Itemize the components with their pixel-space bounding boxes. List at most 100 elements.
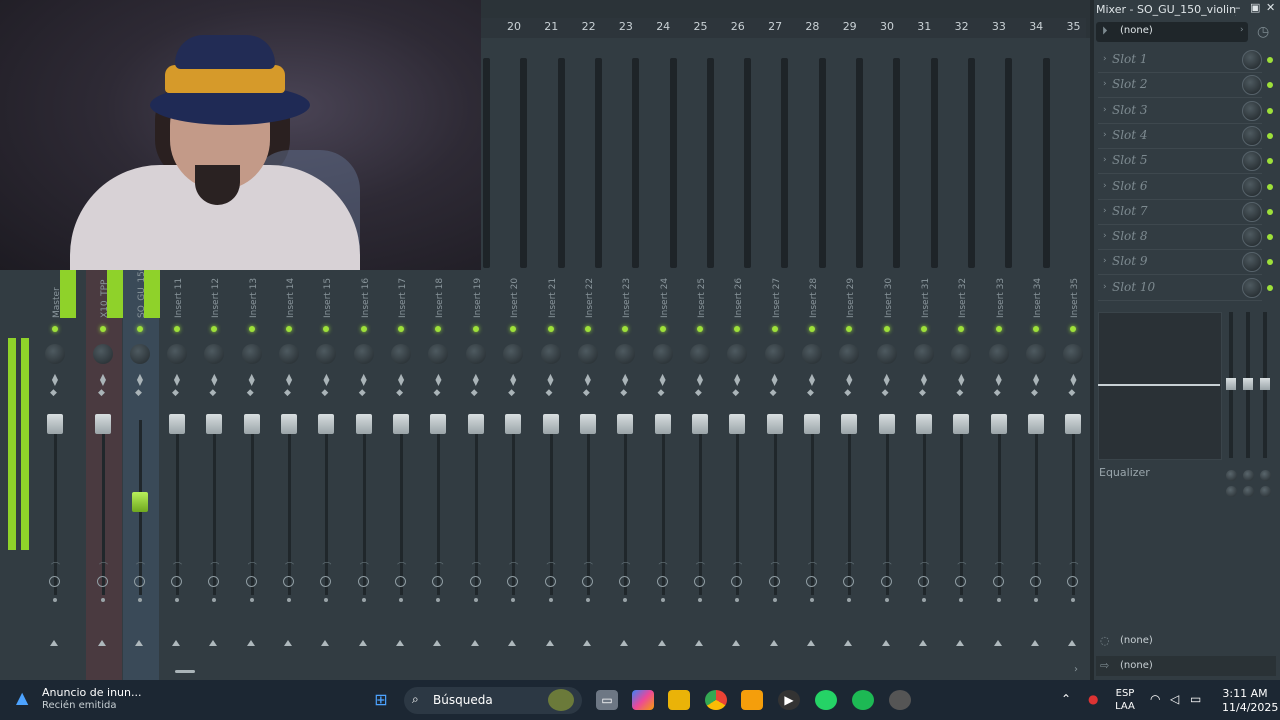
- slot-enable-led[interactable]: [1267, 284, 1273, 291]
- insert-column[interactable]: [706, 58, 714, 268]
- record-arm-icon[interactable]: [880, 576, 892, 587]
- slot-mix-knob[interactable]: [1242, 176, 1262, 197]
- language-indicator[interactable]: ESP LAA: [1110, 687, 1140, 713]
- volume-fader[interactable]: [1065, 414, 1082, 434]
- strip-enable-led[interactable]: [174, 326, 180, 332]
- route-dot[interactable]: [847, 598, 852, 602]
- insert-column[interactable]: [893, 58, 901, 268]
- volume-fader[interactable]: [916, 414, 932, 434]
- route-icon[interactable]: ⌒: [621, 560, 630, 573]
- phase-icon[interactable]: ◆: [98, 388, 105, 398]
- phase-icon[interactable]: ◆: [994, 388, 1001, 398]
- strip-insert[interactable]: X10_TPP_ ▲ ▼ ◆ ⌒: [86, 270, 122, 680]
- close-icon[interactable]: ✕: [1266, 1, 1275, 14]
- scroll-right-icon[interactable]: ›: [1074, 664, 1078, 675]
- eq-freq-knob[interactable]: [1260, 470, 1271, 481]
- record-arm-icon[interactable]: [245, 576, 257, 587]
- strip-insert[interactable]: Insert 22 ▲ ▼ ◆ ⌒: [571, 270, 607, 680]
- route-dot[interactable]: [585, 598, 590, 602]
- phase-icon[interactable]: ◆: [658, 388, 665, 398]
- slot-mix-knob[interactable]: [1242, 277, 1262, 298]
- strip-enable-led[interactable]: [846, 326, 853, 332]
- route-dot[interactable]: [249, 598, 254, 602]
- volume-fader[interactable]: [467, 414, 484, 434]
- route-arrow-icon[interactable]: [508, 640, 517, 646]
- pan-knob[interactable]: [1026, 344, 1047, 364]
- stereo-separation-icon[interactable]: ▲ ▼: [919, 373, 929, 387]
- slot-mix-knob[interactable]: [1242, 100, 1262, 121]
- strip-enable-led[interactable]: [921, 326, 927, 332]
- route-dot[interactable]: [959, 598, 964, 602]
- route-icon[interactable]: ⌒: [210, 560, 219, 573]
- volume-fader[interactable]: [206, 414, 223, 434]
- phase-icon[interactable]: ◆: [844, 388, 851, 398]
- strip-enable-led[interactable]: [696, 326, 703, 332]
- strip-insert[interactable]: Insert 11 ▲ ▼ ◆ ⌒: [160, 270, 196, 680]
- phase-icon[interactable]: ◆: [882, 388, 889, 398]
- eq-band-handle[interactable]: [1243, 378, 1253, 390]
- folder-icon[interactable]: [668, 690, 690, 710]
- strip-insert[interactable]: Insert 28 ▲ ▼ ◆ ⌒: [795, 270, 831, 680]
- taskbar-search[interactable]: ⌕ Búsqueda: [404, 687, 582, 714]
- tray-app-icon[interactable]: ●: [1088, 692, 1098, 706]
- phase-icon[interactable]: ◆: [172, 388, 179, 398]
- route-dot[interactable]: [101, 598, 105, 602]
- phase-icon[interactable]: ◆: [732, 388, 739, 398]
- routing-output[interactable]: ⇨ (none): [1096, 656, 1276, 676]
- eq-freq-knob[interactable]: [1226, 470, 1237, 481]
- record-arm-icon[interactable]: [97, 576, 108, 587]
- eq-bw-knob[interactable]: [1243, 486, 1254, 497]
- route-dot[interactable]: [287, 598, 292, 602]
- strip-insert[interactable]: Insert 18 ▲ ▼ ◆ ⌒: [421, 270, 457, 680]
- volume-fader[interactable]: [691, 414, 708, 434]
- effect-slot[interactable]: › Slot 10: [1098, 276, 1262, 301]
- record-arm-icon[interactable]: [171, 576, 182, 587]
- route-arrow-icon[interactable]: [620, 640, 629, 646]
- stereo-separation-icon[interactable]: ▲ ▼: [135, 373, 145, 387]
- windows-start-icon[interactable]: ⊞: [370, 690, 392, 710]
- app-icon[interactable]: [889, 690, 911, 710]
- effect-slot[interactable]: › Slot 8: [1098, 225, 1262, 251]
- insert-column[interactable]: [632, 58, 640, 268]
- route-arrow-icon[interactable]: [98, 640, 106, 646]
- strip-enable-led[interactable]: [510, 326, 517, 332]
- route-icon[interactable]: ⌒: [360, 560, 369, 573]
- stereo-separation-icon[interactable]: ▲ ▼: [396, 373, 406, 387]
- stereo-separation-icon[interactable]: ▲ ▼: [546, 373, 556, 387]
- route-arrow-icon[interactable]: [50, 640, 58, 646]
- strip-insert[interactable]: Insert 14 ▲ ▼ ◆ ⌒: [272, 270, 308, 680]
- record-arm-icon[interactable]: [208, 576, 220, 587]
- copilot-icon[interactable]: [632, 690, 654, 710]
- record-arm-icon[interactable]: [955, 576, 967, 587]
- record-arm-icon[interactable]: [1030, 576, 1042, 587]
- stereo-separation-icon[interactable]: ▲ ▼: [583, 373, 593, 387]
- record-arm-icon[interactable]: [357, 576, 369, 587]
- strip-enable-led[interactable]: [52, 326, 58, 332]
- volume-fader[interactable]: [318, 414, 335, 434]
- equalizer-graph[interactable]: [1098, 312, 1222, 460]
- strip-insert[interactable]: Insert 17 ▲ ▼ ◆ ⌒: [384, 270, 420, 680]
- insert-column[interactable]: [967, 58, 975, 268]
- strip-insert[interactable]: Insert 20 ▲ ▼ ◆ ⌒: [496, 270, 532, 680]
- phase-icon[interactable]: ◆: [471, 388, 478, 398]
- volume-fader[interactable]: [505, 414, 522, 434]
- strip-insert[interactable]: Insert 31 ▲ ▼ ◆ ⌒: [907, 270, 943, 680]
- stereo-separation-icon[interactable]: ▲ ▼: [732, 373, 742, 387]
- route-icon[interactable]: ⌒: [1032, 560, 1041, 573]
- stereo-separation-icon[interactable]: ▲ ▼: [1068, 373, 1078, 387]
- phase-icon[interactable]: ◆: [807, 388, 814, 398]
- strip-enable-led[interactable]: [1070, 326, 1077, 332]
- route-dot[interactable]: [361, 598, 366, 602]
- stereo-separation-icon[interactable]: ▲ ▼: [50, 373, 60, 387]
- route-arrow-icon[interactable]: [694, 640, 703, 646]
- record-arm-icon[interactable]: [843, 576, 855, 587]
- route-icon[interactable]: ⌒: [771, 560, 780, 573]
- stereo-separation-icon[interactable]: ▲ ▼: [471, 373, 481, 387]
- route-icon[interactable]: ⌒: [995, 560, 1004, 573]
- pan-knob[interactable]: [540, 344, 561, 364]
- route-icon[interactable]: ⌒: [696, 560, 705, 573]
- tray-overflow-icon[interactable]: ⌃: [1061, 692, 1071, 706]
- pan-knob[interactable]: [988, 344, 1009, 364]
- record-arm-icon[interactable]: [581, 576, 593, 587]
- strip-enable-led[interactable]: [622, 326, 629, 332]
